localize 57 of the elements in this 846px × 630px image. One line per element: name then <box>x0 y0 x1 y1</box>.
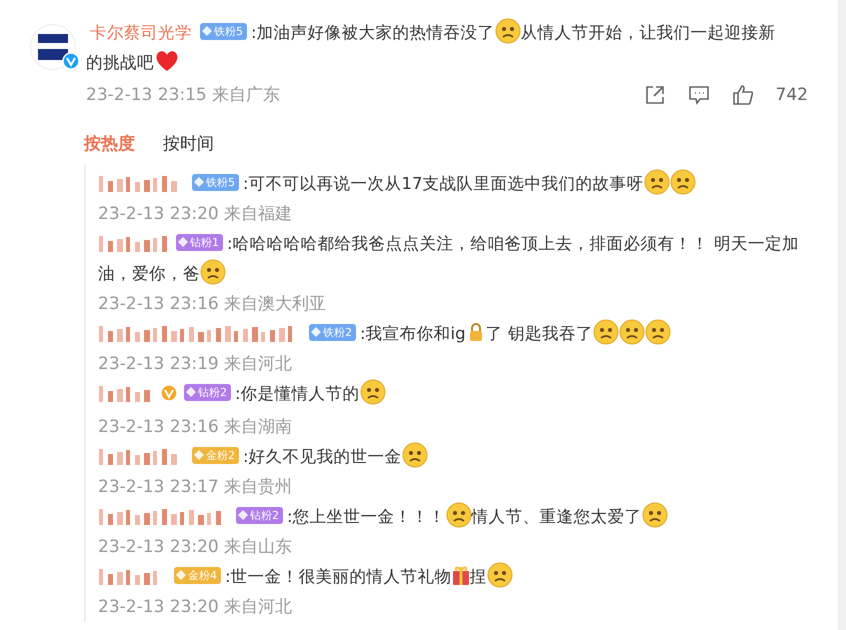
author-name[interactable]: 卡尔蔡司光学 <box>90 23 192 42</box>
comment-meta: 23-2-13 23:16 来自湖南 <box>98 416 294 439</box>
avatar[interactable] <box>30 24 76 70</box>
comment-text: :哈哈哈哈哈都给我爸点点关注，给咱爸顶上去，排面必须有！！ 明天一定加 <box>227 234 799 253</box>
comment-text: 的挑战吧 <box>86 53 154 72</box>
face-emoji-icon <box>360 379 386 405</box>
sort-tab[interactable]: 按时间 <box>163 132 214 155</box>
face-emoji-icon <box>618 319 645 345</box>
comment-text: :好久不见我的世一金 <box>243 447 402 466</box>
verified-icon <box>160 384 178 402</box>
fan-badge: 金粉2 <box>192 446 239 464</box>
comment-text: :可不可以再说一次从17支战队里面选中我们的故事呀 <box>243 174 644 193</box>
post-meta: 23-2-13 23:15 来自广东 <box>86 84 280 107</box>
fan-badge: 金粉4 <box>174 566 221 584</box>
face-emoji-icon <box>402 442 428 468</box>
face-emoji-icon <box>494 18 521 44</box>
fan-badge: 铁粉2 <box>309 324 356 340</box>
comment-text: 了 钥匙我吞了 <box>486 324 593 343</box>
heart-icon <box>154 49 180 73</box>
comment-text: 情人节、重逢您太爱了 <box>472 507 642 526</box>
face-emoji-icon <box>644 169 670 195</box>
gift-icon <box>452 565 470 585</box>
fan-badge: 钻粉2 <box>184 384 231 400</box>
logo-icon <box>38 34 68 60</box>
face-emoji-icon <box>200 259 226 285</box>
comment-text: :世一金！很美丽的情人节礼物 <box>225 567 452 586</box>
comment-text: :你是懂情人节的 <box>235 384 360 403</box>
face-emoji-icon <box>446 502 472 528</box>
like-count: 742 <box>776 85 808 105</box>
comment-text: 捏 <box>470 567 487 586</box>
comment-text: 油，爱你，爸 <box>98 264 200 283</box>
face-emoji-icon <box>642 502 668 528</box>
fan-badge: 钻粉1 <box>176 234 223 250</box>
face-emoji-icon <box>670 169 696 195</box>
face-emoji-icon <box>644 319 671 345</box>
fan-badge: 铁粉5 <box>192 174 239 190</box>
sort-tab[interactable]: 按热度 <box>84 132 135 155</box>
comment-text: 从情人节开始，让我们一起迎接新 <box>520 23 776 42</box>
fan-badge: 铁粉5 <box>200 22 247 40</box>
share-icon[interactable] <box>644 84 666 106</box>
comment-text: :加油声好像被大家的热情吞没了 <box>251 23 495 42</box>
comment-icon[interactable] <box>688 85 710 105</box>
comment-meta: 23-2-13 23:20 来自山东 <box>98 536 294 559</box>
verified-icon <box>62 52 80 70</box>
comment-meta: 23-2-13 23:16 来自澳大利亚 <box>98 293 328 316</box>
comment-meta: 23-2-13 23:17 来自贵州 <box>98 476 294 499</box>
comment-meta: 23-2-13 23:20 来自福建 <box>98 203 294 226</box>
like-icon[interactable] <box>732 84 754 106</box>
face-emoji-icon <box>486 562 513 588</box>
fan-badge: 钻粉2 <box>236 506 283 524</box>
lock-icon <box>468 323 483 341</box>
comment-text: :我宣布你和ig <box>360 324 466 343</box>
face-emoji-icon <box>592 319 619 345</box>
blurred-username <box>98 236 170 252</box>
comment-meta: 23-2-13 23:20 来自河北 <box>98 596 294 619</box>
comment-text: :您上坐世一金！！！ <box>287 507 446 526</box>
comment-meta: 23-2-13 23:19 来自河北 <box>98 353 294 376</box>
